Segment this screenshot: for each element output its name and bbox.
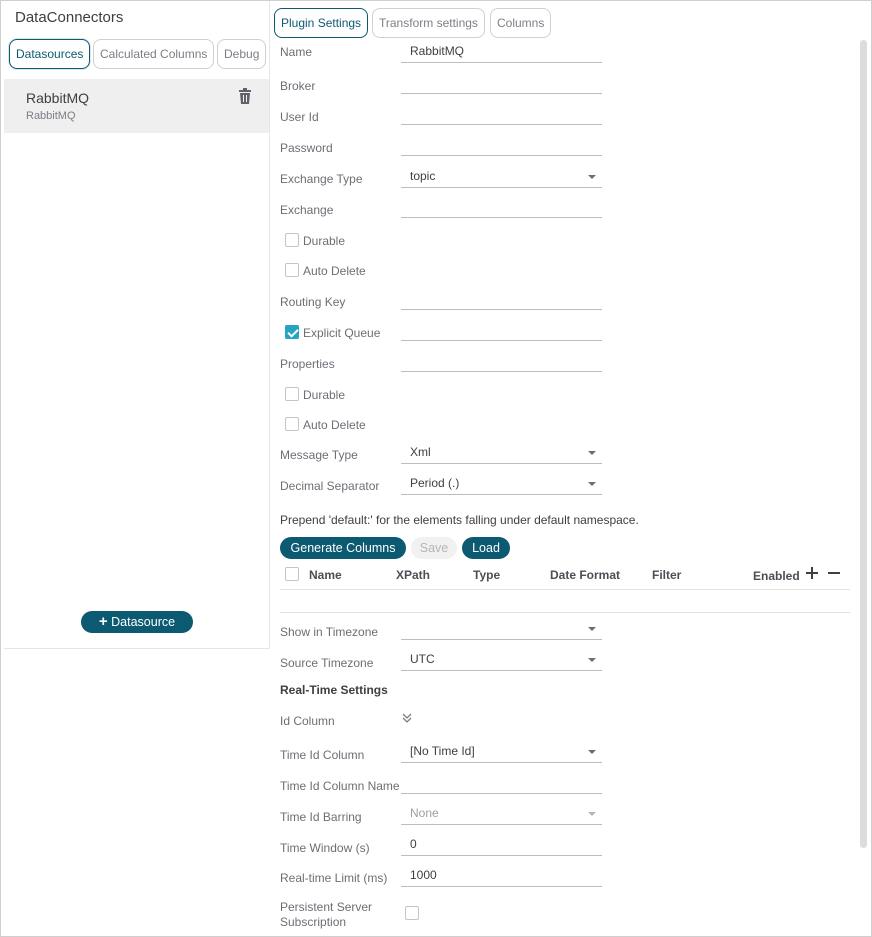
namespace-note: Prepend 'default:' for the elements fall… bbox=[280, 513, 639, 527]
minus-icon[interactable] bbox=[828, 566, 840, 580]
explicit-queue-checkbox[interactable] bbox=[285, 325, 299, 339]
time-id-barring-value: None bbox=[410, 806, 439, 820]
col-xpath-header: XPath bbox=[396, 568, 431, 582]
userid-label: User Id bbox=[280, 110, 319, 124]
tab-transform-settings[interactable]: Transform settings bbox=[372, 8, 485, 38]
plus-icon: + bbox=[98, 613, 108, 630]
realtime-settings-title: Real-Time Settings bbox=[280, 683, 388, 697]
name-label: Name bbox=[280, 45, 313, 59]
caret-down-icon bbox=[588, 482, 596, 486]
explicit-queue-input[interactable] bbox=[401, 321, 602, 341]
decimal-separator-select[interactable]: Period (.) bbox=[401, 475, 602, 495]
tab-plugin-settings[interactable]: Plugin Settings bbox=[274, 8, 369, 38]
source-timezone-value: UTC bbox=[410, 652, 435, 666]
col-date-format-header: Date Format bbox=[550, 568, 621, 582]
routing-key-input[interactable] bbox=[401, 290, 602, 310]
table-bottom-divider bbox=[280, 612, 850, 613]
realtime-limit-input[interactable]: 1000 bbox=[401, 867, 602, 887]
datasource-type: RabbitMQ bbox=[26, 110, 76, 122]
routing-key-label: Routing Key bbox=[280, 295, 346, 309]
caret-down-icon bbox=[588, 658, 596, 662]
auto-delete2-label: Auto Delete bbox=[303, 418, 366, 432]
message-type-label: Message Type bbox=[280, 448, 358, 462]
caret-down-icon bbox=[588, 750, 596, 754]
col-type-header: Type bbox=[473, 568, 501, 582]
time-id-column-value: [No Time Id] bbox=[410, 744, 475, 758]
col-filter-header: Filter bbox=[652, 568, 682, 582]
auto-delete2-checkbox[interactable] bbox=[285, 417, 299, 431]
vertical-scrollbar[interactable] bbox=[860, 40, 867, 848]
add-datasource-button[interactable]: + Datasource bbox=[81, 611, 193, 633]
decimal-separator-value: Period (.) bbox=[410, 476, 460, 490]
source-timezone-select[interactable]: UTC bbox=[401, 651, 602, 671]
show-timezone-select[interactable] bbox=[401, 620, 602, 640]
userid-input[interactable] bbox=[401, 105, 602, 125]
time-id-column-name-label: Time Id Column Name bbox=[280, 779, 400, 793]
show-timezone-label: Show in Timezone bbox=[280, 625, 379, 639]
caret-down-icon bbox=[588, 812, 596, 816]
generate-columns-button[interactable]: Generate Columns bbox=[280, 537, 406, 559]
durable2-checkbox[interactable] bbox=[285, 387, 299, 401]
password-input[interactable] bbox=[401, 136, 602, 156]
persistent-subscription-label-2: Subscription bbox=[280, 915, 347, 929]
time-window-label: Time Window (s) bbox=[280, 841, 370, 855]
panel-title: DataConnectors bbox=[15, 9, 124, 26]
time-window-input[interactable]: 0 bbox=[401, 836, 602, 856]
durable-label: Durable bbox=[303, 234, 346, 248]
load-button[interactable]: Load bbox=[462, 537, 510, 559]
time-id-column-label: Time Id Column bbox=[280, 748, 365, 762]
exchange-input[interactable] bbox=[401, 198, 602, 218]
select-all-checkbox[interactable] bbox=[285, 567, 299, 581]
exchange-type-value: topic bbox=[410, 169, 436, 183]
exchange-type-select[interactable]: topic bbox=[401, 168, 602, 188]
tab-debug[interactable]: Debug bbox=[217, 39, 267, 69]
caret-down-icon bbox=[588, 627, 596, 631]
durable2-label: Durable bbox=[303, 388, 346, 402]
time-id-column-name-input[interactable] bbox=[401, 774, 602, 794]
persistent-subscription-checkbox[interactable] bbox=[405, 906, 419, 920]
tab-datasources[interactable]: Datasources bbox=[9, 39, 91, 69]
datasource-list-item[interactable]: RabbitMQ RabbitMQ bbox=[4, 79, 269, 133]
double-chevron-down-icon[interactable] bbox=[402, 713, 412, 725]
broker-input[interactable] bbox=[401, 74, 602, 94]
name-input[interactable]: RabbitMQ bbox=[401, 43, 602, 63]
source-timezone-label: Source Timezone bbox=[280, 656, 374, 670]
tab-columns[interactable]: Columns bbox=[490, 8, 552, 38]
time-id-column-select[interactable]: [No Time Id] bbox=[401, 743, 602, 763]
broker-label: Broker bbox=[280, 79, 316, 93]
plus-icon[interactable] bbox=[806, 566, 818, 580]
auto-delete-label: Auto Delete bbox=[303, 264, 366, 278]
time-id-barring-select[interactable]: None bbox=[401, 805, 602, 825]
auto-delete-checkbox[interactable] bbox=[285, 263, 299, 277]
tab-calculated-columns[interactable]: Calculated Columns bbox=[93, 39, 215, 69]
realtime-limit-label: Real-time Limit (ms) bbox=[280, 871, 388, 885]
caret-down-icon bbox=[588, 175, 596, 179]
table-header-divider bbox=[280, 589, 850, 590]
message-type-select[interactable]: Xml bbox=[401, 444, 602, 464]
col-name-header: Name bbox=[309, 568, 342, 582]
col-enabled-header: Enabled bbox=[753, 569, 800, 583]
datasource-name: RabbitMQ bbox=[26, 90, 90, 106]
properties-input[interactable] bbox=[401, 352, 602, 372]
properties-label: Properties bbox=[280, 357, 335, 371]
message-type-value: Xml bbox=[410, 445, 431, 459]
time-id-barring-label: Time Id Barring bbox=[280, 810, 362, 824]
id-column-label: Id Column bbox=[280, 714, 335, 728]
add-datasource-label: Datasource bbox=[111, 615, 176, 629]
save-button[interactable]: Save bbox=[411, 537, 457, 559]
password-label: Password bbox=[280, 141, 333, 155]
explicit-queue-label: Explicit Queue bbox=[303, 326, 381, 340]
datasources-panel: DataConnectors Datasources Calculated Co… bbox=[4, 1, 270, 649]
exchange-label: Exchange bbox=[280, 203, 334, 217]
persistent-subscription-label-1: Persistent Server bbox=[280, 900, 373, 914]
exchange-type-label: Exchange Type bbox=[280, 172, 363, 186]
caret-down-icon bbox=[588, 451, 596, 455]
decimal-separator-label: Decimal Separator bbox=[280, 479, 380, 493]
durable-checkbox[interactable] bbox=[285, 233, 299, 247]
trash-icon[interactable] bbox=[238, 88, 252, 104]
